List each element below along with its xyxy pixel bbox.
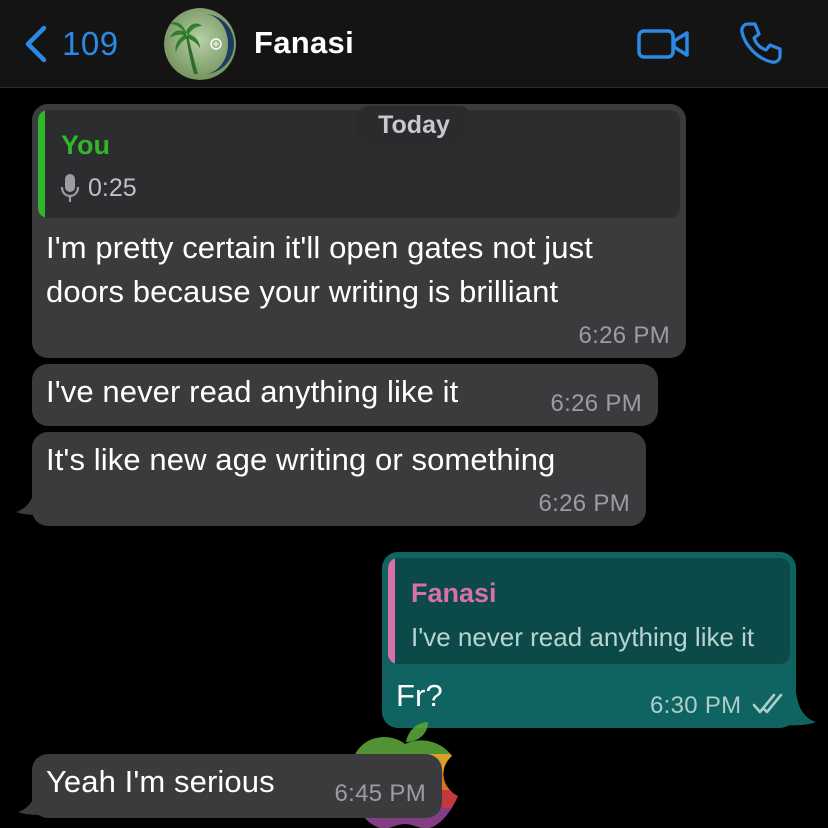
chevron-left-icon (25, 25, 47, 63)
message-bubble-incoming[interactable]: You 0:25 I'm pretty certain it'll open g… (32, 104, 686, 358)
message-bubble-incoming[interactable]: I've never read anything like it 6:26 PM (32, 364, 658, 426)
message-bubble-incoming[interactable]: It's like new age writing or something 6… (32, 432, 646, 526)
video-call-button[interactable] (636, 24, 692, 64)
message-text: It's like new age writing or something (46, 442, 556, 477)
voice-call-button[interactable] (738, 20, 784, 66)
message-text: Fr? (396, 678, 443, 713)
phone-icon (740, 22, 782, 64)
message-text: I've never read anything like it (46, 374, 459, 409)
quote-author: You (61, 130, 110, 160)
message-time: 6:26 PM (578, 322, 670, 349)
message-time: 6:45 PM (334, 780, 426, 807)
message-time: 6:30 PM (650, 692, 742, 719)
message-bubble-incoming[interactable]: Yeah I'm serious 6:45 PM (32, 754, 442, 818)
message-bubble-outgoing[interactable]: Fanasi I've never read anything like it … (382, 552, 796, 728)
back-button[interactable]: 109 (22, 22, 119, 66)
quote-bar (38, 110, 45, 218)
video-camera-icon (637, 29, 689, 59)
message-text-line: I'm pretty certain it'll open gates not … (46, 230, 593, 265)
message-time: 6:26 PM (550, 390, 642, 417)
voice-duration: 0:25 (88, 174, 137, 202)
message-time: 6:26 PM (538, 490, 630, 517)
read-double-check-icon (752, 693, 783, 714)
date-separator: Today (357, 106, 471, 144)
contact-name[interactable]: Fanasi (254, 25, 354, 61)
unread-count: 109 (62, 25, 119, 62)
quote-text: I've never read anything like it (411, 622, 755, 652)
quote-author: Fanasi (411, 578, 497, 608)
quoted-message[interactable]: Fanasi I've never read anything like it (388, 558, 790, 664)
message-text: Yeah I'm serious (46, 764, 275, 799)
quote-bar (388, 558, 395, 664)
avatar[interactable] (164, 8, 236, 80)
chat-header: 109 Fanasi (0, 0, 828, 88)
message-text-line: doors because your writing is brilliant (46, 274, 559, 309)
microphone-icon (60, 174, 80, 202)
